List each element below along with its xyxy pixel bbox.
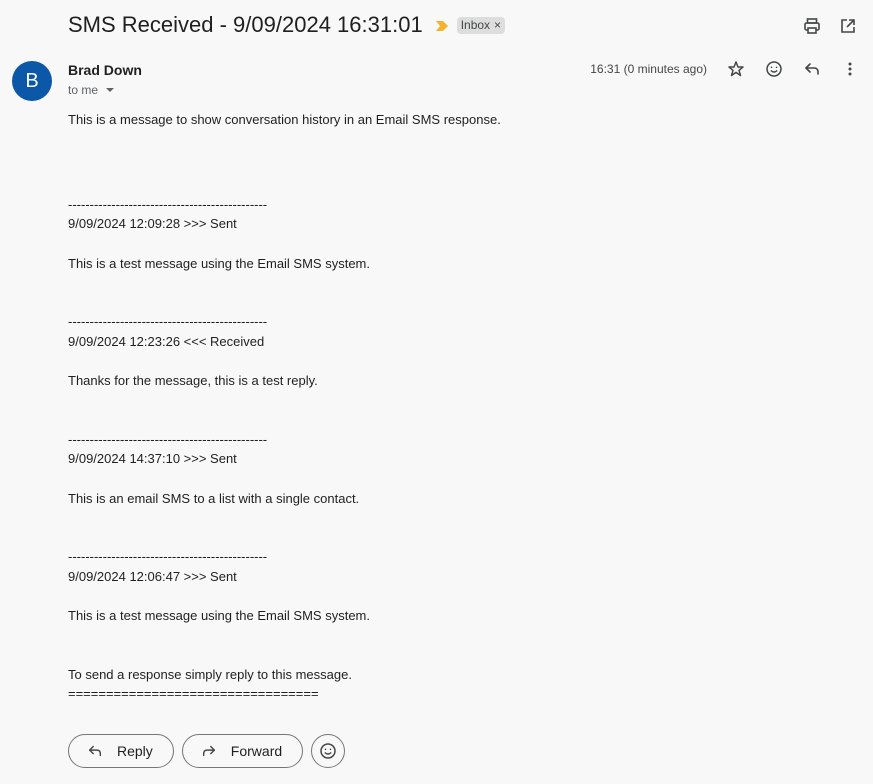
top-actions: [803, 17, 857, 35]
history-entry-text: This is an email SMS to a list with a si…: [68, 490, 360, 506]
message-timestamp: 16:31 (0 minutes ago): [590, 62, 707, 76]
message-body: This is a message to show conversation h…: [68, 110, 848, 704]
inbox-label-text: Inbox: [460, 17, 491, 32]
history-entry-header: 9/09/2024 14:37:10 >>> Sent: [68, 451, 237, 466]
reply-button-label: Reply: [117, 743, 153, 759]
separator-line: ----------------------------------------…: [68, 431, 268, 447]
remove-label-icon[interactable]: ×: [494, 18, 501, 32]
open-in-new-window-icon[interactable]: [839, 17, 857, 35]
chevron-down-icon[interactable]: [106, 88, 115, 92]
history-entry-text: This is a test message using the Email S…: [68, 608, 370, 623]
footer-separator: =================================: [68, 686, 319, 701]
print-icon[interactable]: [803, 17, 821, 35]
avatar[interactable]: B: [12, 61, 52, 101]
recipient-summary[interactable]: to me: [68, 83, 115, 97]
importance-marker-icon[interactable]: [435, 19, 449, 31]
emoji-reaction-button[interactable]: [311, 734, 346, 768]
more-options-icon[interactable]: [841, 60, 859, 78]
subject-row: SMS Received - 9/09/2024 16:31:01 Inbox …: [68, 12, 506, 38]
inbox-label-chip[interactable]: Inbox ×: [456, 16, 506, 34]
sender-name[interactable]: Brad Down: [68, 62, 142, 78]
history-entry-header: 9/09/2024 12:06:47 >>> Sent: [68, 568, 237, 584]
reply-icon: [88, 745, 102, 757]
emoji-reaction-icon[interactable]: [765, 60, 783, 78]
history-entry-text: This is a test message using the Email S…: [68, 255, 370, 271]
email-subject: SMS Received - 9/09/2024 16:31:01: [68, 12, 423, 37]
star-icon[interactable]: [727, 60, 745, 78]
forward-icon: [202, 745, 215, 757]
reply-icon[interactable]: [803, 60, 821, 78]
history-entry-header: 9/09/2024 12:23:26 <<< Received: [68, 333, 265, 349]
emoji-icon: [320, 743, 336, 759]
forward-button[interactable]: Forward: [181, 734, 304, 768]
forward-button-label: Forward: [230, 743, 283, 759]
separator-line: ----------------------------------------…: [68, 196, 268, 212]
email-view: SMS Received - 9/09/2024 16:31:01 Inbox …: [0, 0, 873, 784]
message-meta: 16:31 (0 minutes ago): [590, 60, 859, 78]
message-actions: Reply Forward: [68, 734, 346, 768]
separator-line: ----------------------------------------…: [68, 549, 268, 564]
recipient-text: to me: [68, 83, 99, 97]
reply-instructions: To send a response simply reply to this …: [68, 666, 352, 682]
history-entry-header: 9/09/2024 12:09:28 >>> Sent: [68, 216, 237, 231]
reply-button[interactable]: Reply: [68, 734, 174, 768]
history-entry-text: Thanks for the message, this is a test r…: [68, 373, 318, 388]
separator-line: ----------------------------------------…: [68, 314, 268, 329]
avatar-letter: B: [25, 69, 39, 92]
body-line: This is a message to show conversation h…: [68, 112, 501, 127]
